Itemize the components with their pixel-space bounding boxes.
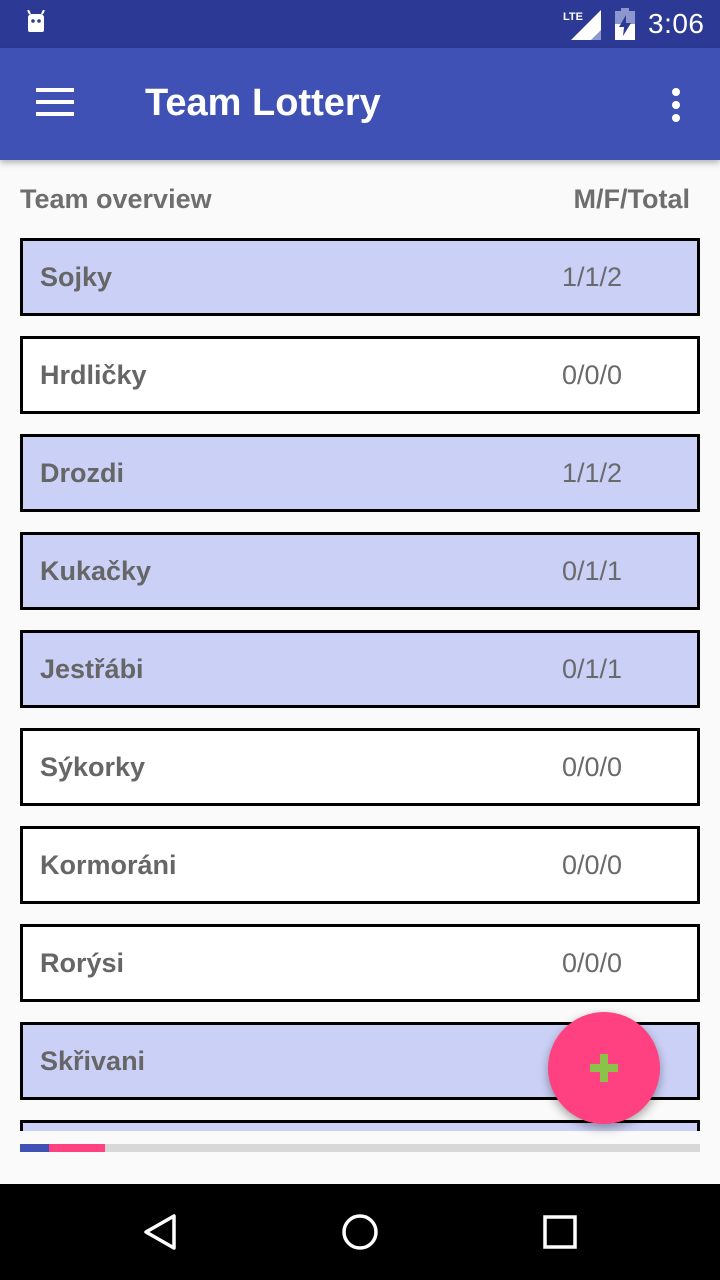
hamburger-menu-icon[interactable] xyxy=(28,86,84,122)
add-team-button[interactable] xyxy=(548,1012,660,1124)
status-time: 3:06 xyxy=(648,8,705,39)
team-name: Hrdličky xyxy=(40,360,147,390)
team-list[interactable]: Sojky 1/1/2 Hrdličky 0/0/0 Drozdi 1/1/2 Kukačk… xyxy=(20,238,700,1131)
app-bar: Team Lottery xyxy=(0,48,720,160)
team-row[interactable]: Hrdličky 0/0/0 xyxy=(20,336,700,414)
team-name: Drozdi xyxy=(40,458,124,488)
team-row[interactable]: Drozdi 1/1/2 xyxy=(20,434,700,512)
team-count: 1/1/2 xyxy=(562,262,623,292)
list-header: Team overview M/F/Total xyxy=(20,184,690,224)
more-vert-icon[interactable] xyxy=(660,82,692,126)
back-triangle-icon[interactable] xyxy=(140,1212,180,1252)
status-bar: LTE 3:06 xyxy=(0,0,720,48)
mft-heading: M/F/Total xyxy=(573,184,690,214)
progress-segment-accent xyxy=(49,1144,105,1152)
team-name: Jestřábi xyxy=(40,654,144,684)
team-name: Kormoráni xyxy=(40,850,177,880)
team-count: 0/1/1 xyxy=(562,654,623,684)
svg-text:LTE: LTE xyxy=(563,11,583,23)
team-row[interactable]: Sýkorky 0/0/0 xyxy=(20,728,700,806)
battery-charging-icon xyxy=(615,8,635,40)
team-row[interactable]: Kukačky 0/1/1 xyxy=(20,532,700,610)
team-name: Rorýsi xyxy=(40,948,125,978)
team-row[interactable]: Jestřábi 0/1/1 xyxy=(20,630,700,708)
team-count: 0/0/0 xyxy=(562,360,623,390)
android-notification-icon xyxy=(27,10,45,32)
progress-segment-primary xyxy=(20,1144,49,1152)
app-title: Team Lottery xyxy=(145,82,381,124)
team-count: 0/0/0 xyxy=(562,850,623,880)
home-circle-icon[interactable] xyxy=(340,1212,380,1252)
team-count: 0/1/1 xyxy=(562,556,623,586)
system-nav-bar xyxy=(0,1184,720,1280)
team-name: Skřivani xyxy=(40,1046,146,1076)
team-name: Kukačky xyxy=(40,556,152,586)
team-row[interactable]: Rorýsi 0/0/0 xyxy=(20,924,700,1002)
team-name: Sojky xyxy=(40,262,113,292)
team-count: 0/0/0 xyxy=(562,948,623,978)
scroll-progress-bar xyxy=(20,1144,700,1152)
team-row[interactable]: Sojky 1/1/2 xyxy=(20,238,700,316)
team-count: 0/0/0 xyxy=(562,752,623,782)
recents-square-icon[interactable] xyxy=(540,1212,580,1252)
team-name: Sýkorky xyxy=(40,752,146,782)
team-overview-heading: Team overview xyxy=(20,184,212,214)
plus-icon xyxy=(590,1054,618,1082)
team-count: 1/1/2 xyxy=(562,458,623,488)
team-row[interactable]: Kormoráni 0/0/0 xyxy=(20,826,700,904)
lte-signal-icon: LTE xyxy=(563,10,601,40)
